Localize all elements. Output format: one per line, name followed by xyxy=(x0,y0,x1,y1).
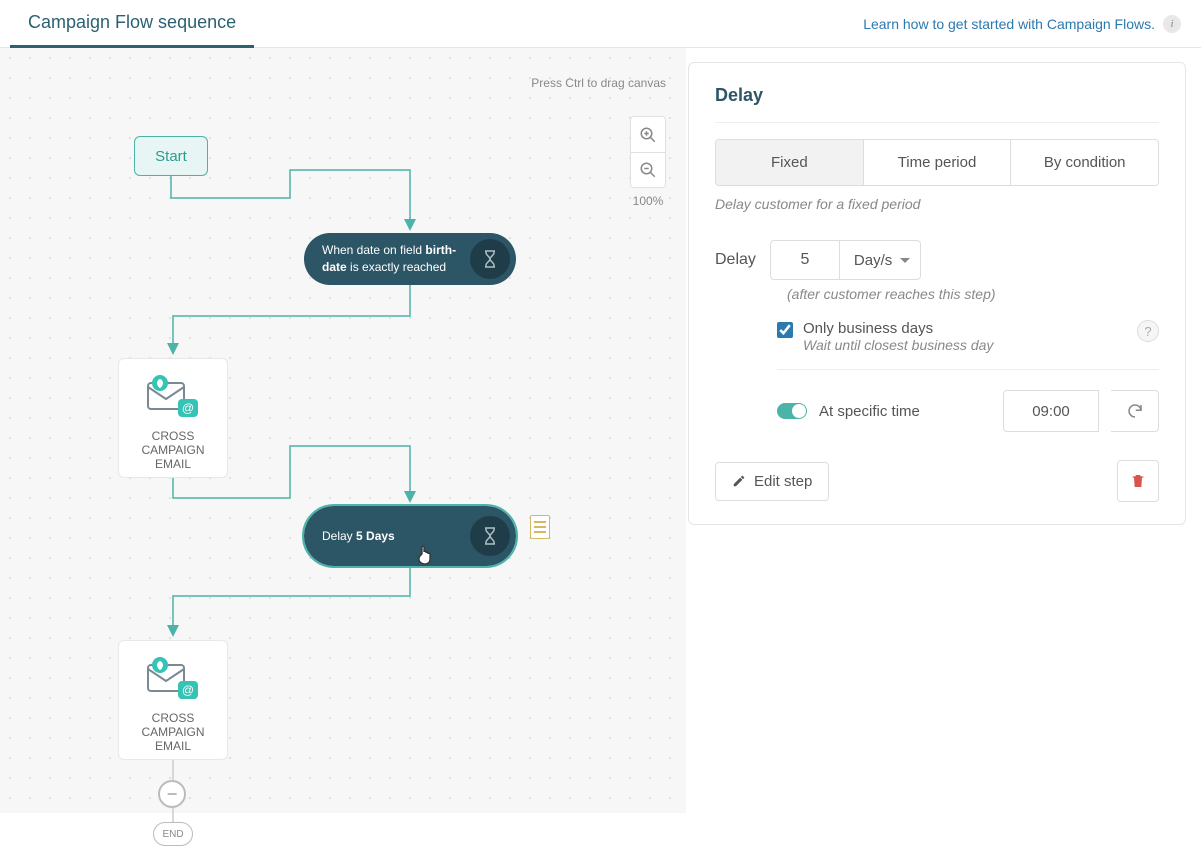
edit-step-button[interactable]: Edit step xyxy=(715,462,829,501)
flow-node-date-condition[interactable]: When date on field birth-date is exactly… xyxy=(304,233,516,285)
email-icon: @ xyxy=(146,373,200,421)
header: Campaign Flow sequence Learn how to get … xyxy=(0,0,1201,48)
hourglass-icon xyxy=(470,516,510,556)
flow-node-start[interactable]: Start xyxy=(134,136,208,176)
hourglass-icon xyxy=(470,239,510,279)
trash-icon xyxy=(1130,472,1146,490)
pencil-icon xyxy=(732,474,746,488)
svg-text:@: @ xyxy=(182,683,194,697)
help-icon[interactable]: ? xyxy=(1137,320,1159,342)
flow-connectors xyxy=(0,48,686,861)
divider xyxy=(777,369,1159,370)
delay-value-input[interactable] xyxy=(770,240,840,280)
edit-step-label: Edit step xyxy=(754,473,812,490)
delay-type-tabs: Fixed Time period By condition xyxy=(715,139,1159,186)
svg-text:@: @ xyxy=(182,401,194,415)
delete-button[interactable] xyxy=(1117,460,1159,502)
zoom-level: 100% xyxy=(633,194,664,208)
zoom-controls: 100% xyxy=(630,116,666,208)
time-reset-button[interactable] xyxy=(1111,390,1159,432)
panel-title: Delay xyxy=(715,85,1159,106)
specific-time-toggle[interactable] xyxy=(777,403,807,419)
business-days-checkbox[interactable] xyxy=(777,322,793,338)
zoom-in-icon xyxy=(639,126,657,144)
copy-icon[interactable] xyxy=(530,515,550,539)
email-icon: @ xyxy=(146,655,200,703)
condition-text: When date on field birth-date is exactly… xyxy=(322,242,464,276)
info-icon: i xyxy=(1163,15,1181,33)
flow-node-end: END xyxy=(153,822,193,846)
cursor-hand-icon xyxy=(416,544,436,566)
tab-description: Delay customer for a fixed period xyxy=(715,196,1159,212)
refresh-icon xyxy=(1126,402,1144,420)
specific-time-label: At specific time xyxy=(819,403,920,420)
help-link[interactable]: Learn how to get started with Campaign F… xyxy=(863,15,1181,33)
page-title-tab[interactable]: Campaign Flow sequence xyxy=(10,0,254,48)
time-input[interactable] xyxy=(1003,390,1099,432)
canvas[interactable]: Press Ctrl to drag canvas 100% Start Whe… xyxy=(0,48,686,813)
zoom-out-icon xyxy=(639,161,657,179)
delay-note: (after customer reaches this step) xyxy=(787,286,1159,302)
flow-node-email-1[interactable]: @ CROSS CAMPAIGN EMAIL xyxy=(118,358,228,478)
delay-label: Delay xyxy=(715,251,756,269)
tab-by-condition[interactable]: By condition xyxy=(1010,140,1158,185)
tab-time-period[interactable]: Time period xyxy=(863,140,1011,185)
email-node-label: CROSS CAMPAIGN EMAIL xyxy=(125,429,221,471)
flow-node-email-2[interactable]: @ CROSS CAMPAIGN EMAIL xyxy=(118,640,228,760)
delay-text: Delay 5 Days xyxy=(322,528,395,545)
delay-unit-select[interactable]: Day/s xyxy=(840,240,921,280)
flow-node-remove[interactable]: − xyxy=(158,780,186,808)
canvas-hint: Press Ctrl to drag canvas xyxy=(531,76,666,90)
help-link-text: Learn how to get started with Campaign F… xyxy=(863,16,1155,32)
flow-node-delay[interactable]: Delay 5 Days xyxy=(304,506,516,566)
email-node-label: CROSS CAMPAIGN EMAIL xyxy=(125,711,221,753)
business-days-sublabel: Wait until closest business day xyxy=(803,337,993,353)
zoom-in-button[interactable] xyxy=(630,116,666,152)
divider xyxy=(715,122,1159,123)
zoom-out-button[interactable] xyxy=(630,152,666,188)
tab-fixed[interactable]: Fixed xyxy=(716,140,863,185)
properties-panel: Delay Fixed Time period By condition Del… xyxy=(688,62,1186,525)
business-days-label: Only business days xyxy=(803,320,993,337)
